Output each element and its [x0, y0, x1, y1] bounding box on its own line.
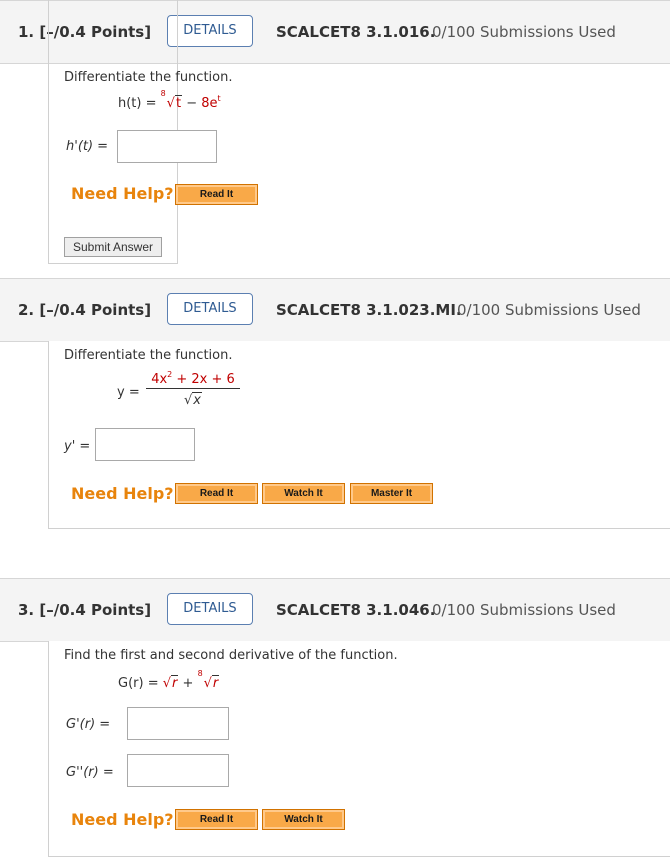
question-3-need-help: Need Help? [71, 810, 174, 829]
question-2-read-it-button[interactable]: Read It [175, 483, 258, 504]
question-3-details-button[interactable]: DETAILS [167, 593, 253, 625]
question-1-code: SCALCET8 3.1.016. [276, 23, 436, 41]
question-3-second-derivative-input[interactable] [127, 754, 229, 787]
question-1-details-button[interactable]: DETAILS [167, 15, 253, 47]
question-3-read-it-button[interactable]: Read It [175, 809, 258, 830]
question-2-answer-label: y' = [64, 439, 91, 454]
question-3-second-derivative-label: G''(r) = [66, 765, 114, 780]
question-1-answer-label: h'(t) = [66, 139, 109, 154]
question-2-code: SCALCET8 3.1.023.MI. [276, 301, 462, 319]
question-2-title: 2. [–/0.4 Points] [18, 301, 152, 319]
question-3-function: G(r) = √r + 8 √r [118, 669, 220, 691]
question-1-submit-button[interactable]: Submit Answer [64, 237, 162, 257]
question-1-answer-input[interactable] [117, 130, 217, 163]
question-2-denominator: √x [184, 392, 202, 408]
question-3-first-derivative-input[interactable] [127, 707, 229, 740]
question-2-function-lhs: y = [117, 385, 140, 400]
question-1-read-it-button[interactable]: Read It [175, 184, 258, 205]
question-2-submissions: 0/100 Submissions Used [457, 301, 641, 319]
question-2-answer-input[interactable] [95, 428, 195, 461]
question-1-need-help: Need Help? [71, 184, 174, 203]
question-2-need-help: Need Help? [71, 484, 174, 503]
question-1-prompt: Differentiate the function. [64, 70, 233, 85]
question-2-header: 2. [–/0.4 Points] DETAILS SCALCET8 3.1.0… [0, 278, 670, 342]
question-3-first-derivative-label: G'(r) = [66, 717, 111, 732]
question-1-function: h(t) = 8 √t − 8et [118, 89, 221, 111]
question-2-details-button[interactable]: DETAILS [167, 293, 253, 325]
question-3-title: 3. [–/0.4 Points] [18, 601, 152, 619]
question-3-header: 3. [–/0.4 Points] DETAILS SCALCET8 3.1.0… [0, 578, 670, 642]
question-1-submissions: 0/100 Submissions Used [432, 23, 616, 41]
question-3-watch-it-button[interactable]: Watch It [262, 809, 345, 830]
question-2-master-it-button[interactable]: Master It [350, 483, 433, 504]
question-2-watch-it-button[interactable]: Watch It [262, 483, 345, 504]
question-2-numerator: 4x2 + 2x + 6 [146, 370, 240, 389]
question-3-prompt: Find the first and second derivative of … [64, 648, 398, 663]
question-2-prompt: Differentiate the function. [64, 348, 233, 363]
question-3-submissions: 0/100 Submissions Used [432, 601, 616, 619]
question-3-code: SCALCET8 3.1.046. [276, 601, 436, 619]
